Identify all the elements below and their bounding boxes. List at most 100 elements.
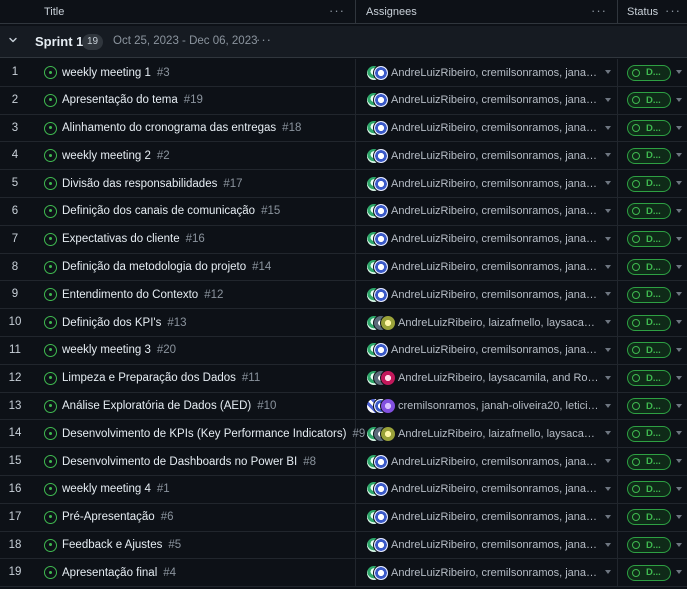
status-badge[interactable]: D... xyxy=(627,259,671,276)
table-row[interactable]: 8 Definição da metodologia do projeto #1… xyxy=(0,253,687,282)
issue-title-link[interactable]: Expectativas do cliente xyxy=(62,233,180,245)
status-badge[interactable]: D... xyxy=(627,425,671,442)
status-badge[interactable]: D... xyxy=(627,509,671,526)
assignees-cell[interactable]: AndreLuizRibeiro, cremilsonramos, janah-… xyxy=(356,114,618,142)
status-badge[interactable]: D... xyxy=(627,64,671,81)
table-row[interactable]: 9 Entendimento do Contexto #12 AndreLuiz… xyxy=(0,281,687,310)
status-cell[interactable]: D... xyxy=(618,254,687,281)
assignees-cell[interactable]: AndreLuizRibeiro, laizafmello, laysacami… xyxy=(356,420,618,448)
status-cell[interactable]: D... xyxy=(618,142,687,169)
assignees-cell[interactable]: AndreLuizRibeiro, cremilsonramos, janah-… xyxy=(356,225,618,253)
status-cell[interactable]: D... xyxy=(618,309,687,336)
chevron-down-icon[interactable] xyxy=(605,153,611,158)
chevron-down-icon[interactable] xyxy=(605,542,611,547)
table-row[interactable]: 6 Definição dos canais de comunicação #1… xyxy=(0,197,687,226)
chevron-down-icon[interactable] xyxy=(676,375,682,380)
table-row[interactable]: 1 weekly meeting 1 #3 AndreLuizRibeiro, … xyxy=(0,59,687,87)
status-badge[interactable]: D... xyxy=(627,92,671,109)
issue-title-link[interactable]: Definição dos canais de comunicação xyxy=(62,205,255,217)
status-cell[interactable]: D... xyxy=(618,87,687,114)
chevron-down-icon[interactable] xyxy=(676,264,682,269)
status-cell[interactable]: D... xyxy=(618,170,687,197)
title-cell[interactable]: Feedback e Ajustes #5 xyxy=(30,531,356,559)
chevron-down-icon[interactable] xyxy=(676,181,682,186)
chevron-down-icon[interactable] xyxy=(676,514,682,519)
assignees-cell[interactable]: AndreLuizRibeiro, cremilsonramos, janah-… xyxy=(356,475,618,503)
issue-title-link[interactable]: Desenvolvimento de KPIs (Key Performance… xyxy=(62,428,346,440)
table-row[interactable]: 11 weekly meeting 3 #20 AndreLuizRibeiro… xyxy=(0,336,687,365)
status-cell[interactable]: D... xyxy=(618,337,687,364)
chevron-down-icon[interactable] xyxy=(605,97,611,102)
title-cell[interactable]: Apresentação final #4 xyxy=(30,559,356,587)
title-cell[interactable]: Análise Exploratória de Dados (AED) #10 xyxy=(30,392,356,420)
assignees-cell[interactable]: AndreLuizRibeiro, cremilsonramos, janah-… xyxy=(356,197,618,225)
assignees-cell[interactable]: AndreLuizRibeiro, cremilsonramos, janah-… xyxy=(356,448,618,476)
status-cell[interactable]: D... xyxy=(618,448,687,475)
table-row[interactable]: 15 Desenvolvimento de Dashboards no Powe… xyxy=(0,448,687,476)
chevron-down-icon[interactable] xyxy=(605,431,611,436)
status-badge[interactable]: D... xyxy=(627,120,671,137)
status-cell[interactable]: D... xyxy=(618,476,687,503)
status-cell[interactable]: D... xyxy=(618,420,687,447)
table-row[interactable]: 4 weekly meeting 2 #2 AndreLuizRibeiro, … xyxy=(0,142,687,171)
status-badge[interactable]: D... xyxy=(627,564,671,581)
issue-title-link[interactable]: weekly meeting 3 xyxy=(62,344,151,356)
group-menu-icon[interactable]: ··· xyxy=(256,33,272,46)
table-row[interactable]: 18 Feedback e Ajustes #5 AndreLuizRibeir… xyxy=(0,531,687,560)
assignees-cell[interactable]: AndreLuizRibeiro, laysacamila, and Rosin… xyxy=(356,364,618,392)
title-cell[interactable]: weekly meeting 2 #2 xyxy=(30,142,356,170)
status-badge[interactable]: D... xyxy=(627,342,671,359)
chevron-down-icon[interactable] xyxy=(605,570,611,575)
status-badge[interactable]: D... xyxy=(627,175,671,192)
chevron-down-icon[interactable] xyxy=(605,486,611,491)
status-cell[interactable]: D... xyxy=(618,226,687,253)
chevron-down-icon[interactable] xyxy=(676,236,682,241)
chevron-down-icon[interactable] xyxy=(676,292,682,297)
chevron-down-icon[interactable] xyxy=(605,514,611,519)
status-badge[interactable]: D... xyxy=(627,286,671,303)
chevron-down-icon[interactable] xyxy=(676,542,682,547)
column-header-status[interactable]: Status ··· xyxy=(618,0,687,24)
issue-title-link[interactable]: Limpeza e Preparação dos Dados xyxy=(62,372,236,384)
assignees-cell[interactable]: cremilsonramos, janah-oliveira20, letici… xyxy=(356,392,618,420)
table-row[interactable]: 5 Divisão das responsabilidades #17 Andr… xyxy=(0,170,687,198)
status-cell[interactable]: D... xyxy=(618,532,687,559)
title-cell[interactable]: Entendimento do Contexto #12 xyxy=(30,281,356,309)
status-cell[interactable]: D... xyxy=(618,198,687,225)
table-row[interactable]: 19 Apresentação final #4 AndreLuizRibeir… xyxy=(0,559,687,588)
chevron-down-icon[interactable] xyxy=(676,459,682,464)
chevron-down-icon[interactable] xyxy=(8,35,18,45)
issue-title-link[interactable]: Feedback e Ajustes xyxy=(62,539,162,551)
status-badge[interactable]: D... xyxy=(627,203,671,220)
assignees-cell[interactable]: AndreLuizRibeiro, cremilsonramos, janah-… xyxy=(356,59,618,86)
assignees-cell[interactable]: AndreLuizRibeiro, cremilsonramos, janah-… xyxy=(356,281,618,309)
assignees-cell[interactable]: AndreLuizRibeiro, cremilsonramos, janah-… xyxy=(356,559,618,587)
column-menu-icon[interactable]: ··· xyxy=(329,4,345,17)
column-menu-icon[interactable]: ··· xyxy=(665,4,681,17)
chevron-down-icon[interactable] xyxy=(605,347,611,352)
chevron-down-icon[interactable] xyxy=(605,208,611,213)
table-row[interactable]: 17 Pré-Apresentação #6 AndreLuizRibeiro,… xyxy=(0,503,687,532)
assignees-cell[interactable]: AndreLuizRibeiro, laizafmello, laysacami… xyxy=(356,309,618,337)
column-menu-icon[interactable]: ··· xyxy=(591,4,607,17)
chevron-down-icon[interactable] xyxy=(605,320,611,325)
table-row[interactable]: 13 Análise Exploratória de Dados (AED) #… xyxy=(0,392,687,421)
status-badge[interactable]: D... xyxy=(627,147,671,164)
issue-title-link[interactable]: weekly meeting 4 xyxy=(62,483,151,495)
status-badge[interactable]: D... xyxy=(627,537,671,554)
status-badge[interactable]: D... xyxy=(627,398,671,415)
table-row[interactable]: 12 Limpeza e Preparação dos Dados #11 An… xyxy=(0,364,687,393)
chevron-down-icon[interactable] xyxy=(605,459,611,464)
issue-title-link[interactable]: Entendimento do Contexto xyxy=(62,289,198,301)
status-badge[interactable]: D... xyxy=(627,231,671,248)
issue-title-link[interactable]: Definição da metodologia do projeto xyxy=(62,261,246,273)
chevron-down-icon[interactable] xyxy=(605,236,611,241)
status-cell[interactable]: D... xyxy=(618,393,687,420)
issue-title-link[interactable]: Desenvolvimento de Dashboards no Power B… xyxy=(62,456,297,468)
title-cell[interactable]: weekly meeting 4 #1 xyxy=(30,475,356,503)
chevron-down-icon[interactable] xyxy=(676,125,682,130)
status-cell[interactable]: D... xyxy=(618,365,687,392)
title-cell[interactable]: weekly meeting 1 #3 xyxy=(30,59,356,86)
title-cell[interactable]: Definição da metodologia do projeto #14 xyxy=(30,253,356,281)
status-badge[interactable]: D... xyxy=(627,314,671,331)
